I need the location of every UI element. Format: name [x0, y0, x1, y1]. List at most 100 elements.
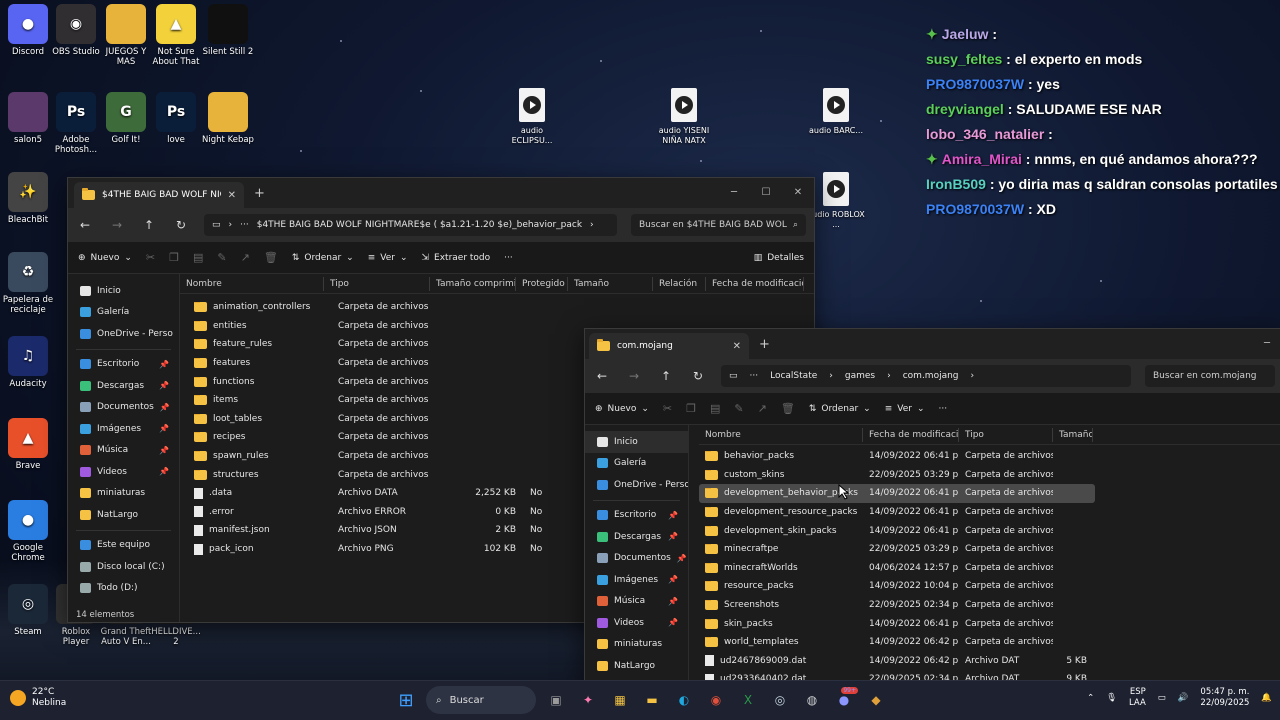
network-icon[interactable]: ▭ [1158, 693, 1166, 703]
table-row[interactable]: minecraftWorlds 04/06/2024 12:57 p. m. Car… [699, 559, 1095, 578]
clock[interactable]: 05:47 p. m. 22/09/2025 [1200, 687, 1249, 709]
breadcrumb-localstate[interactable]: LocalState [770, 371, 817, 381]
table-row[interactable]: animation_controllers Carpeta de archivos [180, 298, 814, 317]
nav-item[interactable]: Documentos 📌 [68, 397, 179, 419]
column-header[interactable]: Tipo [324, 276, 430, 291]
table-row[interactable]: ud2467869009.dat 14/09/2022 06:42 p. m. Ar… [699, 652, 1095, 671]
forward-button[interactable]: → [108, 218, 126, 232]
column-header[interactable]: Relación [653, 276, 706, 291]
nav-item[interactable]: NatLargo [585, 655, 688, 677]
nav-item[interactable]: Descargas 📌 [68, 375, 179, 397]
nav-item[interactable]: Todo (D:) [68, 578, 179, 600]
nav-item[interactable]: Galería [68, 302, 179, 324]
new-tab-button[interactable]: + [759, 337, 770, 352]
nav-item[interactable]: OneDrive - Perso [585, 474, 688, 496]
steam-icon[interactable]: ◎ [768, 685, 792, 715]
file-explorer-icon[interactable]: ▬ [640, 685, 664, 715]
nav-item[interactable]: Imágenes 📌 [585, 569, 688, 591]
sort-button[interactable]: ⇅ Ordenar ⌄ [809, 404, 871, 414]
tab-behavior-pack[interactable]: $4THE BAIG BAD WOLF NIGHT ✕ [74, 182, 244, 208]
title-bar[interactable]: com.mojang ✕ + ─ [585, 329, 1280, 359]
desktop-icon[interactable]: ▲ Not Sure About That [148, 4, 204, 67]
task-view-icon[interactable]: ▣ [544, 685, 568, 715]
table-row[interactable]: development_resource_packs 14/09/2022 06:… [699, 503, 1095, 522]
nav-item[interactable]: miniaturas [68, 483, 179, 505]
desktop-icon[interactable]: JUEGOS Y MAS [98, 4, 154, 67]
nav-item[interactable]: Inicio [585, 431, 688, 453]
breadcrumb-games[interactable]: games [845, 371, 875, 381]
close-tab-icon[interactable]: ✕ [228, 190, 236, 201]
title-bar[interactable]: $4THE BAIG BAD WOLF NIGHT ✕ + ─ ☐ ✕ [68, 178, 814, 208]
excel-icon[interactable]: X [736, 685, 760, 715]
view-button[interactable]: ≡ Ver ⌄ [885, 404, 925, 414]
column-header[interactable]: Protegido ... [516, 276, 568, 291]
nav-item[interactable]: Escritorio 📌 [585, 505, 688, 527]
explorer-window-com-mojang[interactable]: com.mojang ✕ + ─ ← → ↑ ↻ ▭ ··· LocalStat… [584, 328, 1280, 690]
tab-com-mojang[interactable]: com.mojang ✕ [589, 333, 749, 359]
nav-item[interactable]: Videos 📌 [68, 461, 179, 483]
nav-item[interactable]: Este equipo [68, 535, 179, 557]
extract-all-button[interactable]: ⇲ Extraer todo [422, 253, 491, 263]
minimize-button[interactable]: ─ [1251, 329, 1280, 359]
desktop-icon[interactable]: Ps love [148, 92, 204, 145]
app-icon[interactable]: ◆ [864, 685, 888, 715]
column-header[interactable]: Nombre [699, 427, 863, 442]
table-row[interactable]: resource_packs 14/09/2022 10:04 p. m. Carp… [699, 577, 1095, 596]
more-options-icon[interactable]: ··· [504, 253, 513, 263]
copy-icon[interactable]: ❐ [686, 402, 696, 415]
column-header[interactable]: Tamaño comprimido [430, 276, 516, 291]
column-header[interactable]: Fecha de modificación [863, 427, 959, 442]
nav-item[interactable]: miniaturas [585, 634, 688, 656]
nav-item[interactable]: Inicio [68, 280, 179, 302]
up-button[interactable]: ↑ [657, 369, 675, 383]
table-row[interactable]: Screenshots 22/09/2025 02:34 p. m. Carpeta… [699, 596, 1095, 615]
share-icon[interactable]: ↗ [758, 402, 767, 415]
microsoft-store-icon[interactable]: ▦ [608, 685, 632, 715]
desktop-icon[interactable]: Night Kebap [200, 92, 256, 145]
table-row[interactable]: development_behavior_packs 14/09/2022 06:… [699, 484, 1095, 503]
nav-item[interactable]: Música 📌 [585, 591, 688, 613]
back-button[interactable]: ← [593, 369, 611, 383]
chevron-up-icon[interactable]: ⌃ [1087, 693, 1094, 703]
copilot-icon[interactable]: ✦ [576, 685, 600, 715]
paste-icon[interactable]: ▤ [710, 402, 720, 415]
address-input[interactable]: ▭ › ··· $4THE BAIG BAD WOLF NIGHTMARE$e … [204, 214, 617, 236]
delete-icon[interactable]: 🗑 [264, 251, 278, 264]
column-header[interactable]: Nombre [180, 276, 324, 291]
volume-icon[interactable]: 🔊 [1178, 693, 1189, 703]
column-header[interactable]: Tamaño [1053, 427, 1093, 442]
obs-icon[interactable]: ◍ [800, 685, 824, 715]
desktop-icon[interactable]: ✨ BleachBit [0, 172, 56, 225]
new-button[interactable]: ⊕ Nuevo ⌄ [78, 253, 132, 263]
discord-icon[interactable]: ● 99+ [832, 685, 858, 715]
rename-icon[interactable]: ✎ [734, 402, 743, 415]
sort-button[interactable]: ⇅ Ordenar ⌄ [292, 253, 354, 263]
rename-icon[interactable]: ✎ [217, 251, 226, 264]
nav-item[interactable]: Imágenes 📌 [68, 418, 179, 440]
nav-item[interactable]: OneDrive - Perso [68, 323, 179, 345]
media-file[interactable]: audio BARC... [806, 88, 866, 136]
search-input[interactable]: Buscar en com.mojang [1145, 365, 1275, 387]
close-tab-icon[interactable]: ✕ [733, 341, 741, 352]
nav-item[interactable]: Videos 📌 [585, 612, 688, 634]
desktop-icon[interactable]: Ps Adobe Photosh... [48, 92, 104, 155]
ellipsis-icon[interactable]: ··· [240, 220, 249, 230]
table-row[interactable]: behavior_packs 14/09/2022 06:41 p. m. Carp… [699, 447, 1095, 466]
nav-item[interactable]: NatLargo [68, 504, 179, 526]
refresh-button[interactable]: ↻ [172, 218, 190, 232]
breadcrumb-com-mojang[interactable]: com.mojang [903, 371, 959, 381]
desktop-icon[interactable]: G Golf It! [98, 92, 154, 145]
ellipsis-icon[interactable]: ··· [750, 371, 759, 381]
refresh-button[interactable]: ↻ [689, 369, 707, 383]
nav-item[interactable]: Galería [585, 453, 688, 475]
desktop-icon[interactable]: ♫ Audacity [0, 336, 56, 389]
column-header[interactable]: Tamaño [568, 276, 653, 291]
weather-widget[interactable]: 22°C Neblina [10, 687, 66, 709]
cut-icon[interactable]: ✂ [663, 402, 672, 415]
more-options-icon[interactable]: ··· [939, 404, 948, 414]
media-file[interactable]: audio ECLIPSU... [502, 88, 562, 146]
desktop-icon[interactable]: ● Google Chrome [0, 500, 56, 563]
maximize-button[interactable]: ☐ [750, 178, 782, 208]
up-button[interactable]: ↑ [140, 218, 158, 232]
media-file[interactable]: audio ROBLOX ... [806, 172, 866, 230]
